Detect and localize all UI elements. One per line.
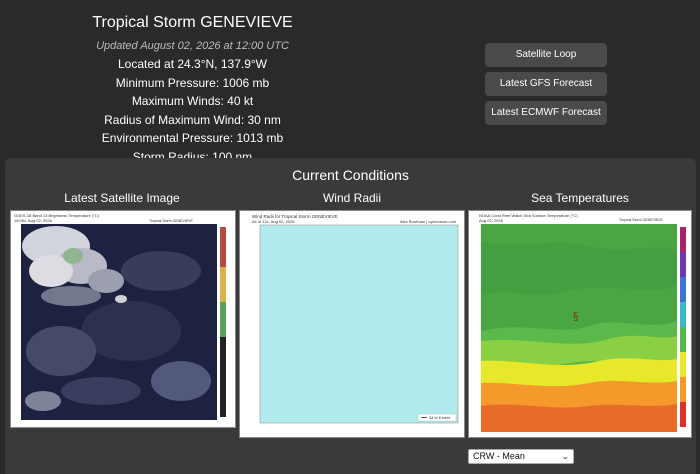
wind-caption-2: As of 12z, Aug 02, 2026 — [252, 219, 295, 224]
chevron-down-icon: ⌄ — [561, 451, 569, 461]
storm-location: Located at 24.3°N, 137.9°W — [117, 57, 268, 71]
storm-info: Tropical Storm GENEVIEVE Updated August … — [70, 10, 315, 166]
gfs-forecast-button[interactable]: Latest GFS Forecast — [485, 72, 607, 96]
wind-radii-graphic: Wind Radii for Tropical Storm GENEVIEVE … — [240, 211, 464, 437]
current-conditions-panel: Current Conditions Latest Satellite Imag… — [5, 158, 696, 474]
sst-caption-2: Aug 02, 2026 — [479, 218, 504, 223]
ecmwf-forecast-button[interactable]: Latest ECMWF Forecast — [485, 101, 607, 125]
current-conditions-title: Current Conditions — [292, 167, 409, 183]
wind-radii-title: Wind Radii — [322, 191, 382, 205]
satellite-title: Latest Satellite Image — [64, 191, 180, 205]
updated-timestamp: Updated August 02, 2026 at 12:00 UTC — [96, 40, 289, 52]
sea-temperatures-image[interactable]: NOAA Coral Reef Watch Sea Surface Temper… — [468, 210, 692, 438]
wind-credit: Alex Boreham | cyclonicwx.com — [400, 219, 457, 224]
wind-radii-image[interactable]: Wind Radii for Tropical Storm GENEVIEVE … — [239, 210, 465, 438]
storm-title: Tropical Storm GENEVIEVE — [92, 14, 293, 31]
sst-product-select[interactable]: CRW - Mean ⌄ — [468, 449, 574, 464]
sea-temperatures-graphic: NOAA Coral Reef Watch Sea Surface Temper… — [469, 211, 691, 437]
sea-temperatures-title: Sea Temperatures — [531, 191, 629, 205]
satellite-image[interactable]: GOES-18 Band 13 Brightness Temperature (… — [10, 210, 236, 428]
storm-symbol-icon: § — [573, 310, 579, 323]
satellite-image-graphic: GOES-18 Band 13 Brightness Temperature (… — [11, 211, 235, 427]
wind-legend: 34 kt Extent — [429, 415, 451, 420]
sst-product-select-value: CRW - Mean — [473, 451, 525, 461]
satellite-caption-3: Tropical Storm GENEVIEVE — [149, 219, 193, 223]
storm-rmw: Radius of Maximum Wind: 30 nm — [104, 112, 281, 127]
storm-env-pressure: Environmental Pressure: 1013 mb — [101, 131, 284, 145]
action-buttons: Satellite Loop Latest GFS Forecast Lates… — [485, 43, 607, 130]
satellite-caption-2: 18:05z, Aug 02, 2026 — [14, 218, 53, 223]
sst-caption-3: Tropical Storm GENEVIEVE — [619, 218, 663, 222]
storm-max-winds: Maximum Winds: 40 kt — [131, 94, 254, 108]
satellite-loop-button[interactable]: Satellite Loop — [485, 43, 607, 67]
storm-min-pressure: Minimum Pressure: 1006 mb — [115, 75, 270, 90]
